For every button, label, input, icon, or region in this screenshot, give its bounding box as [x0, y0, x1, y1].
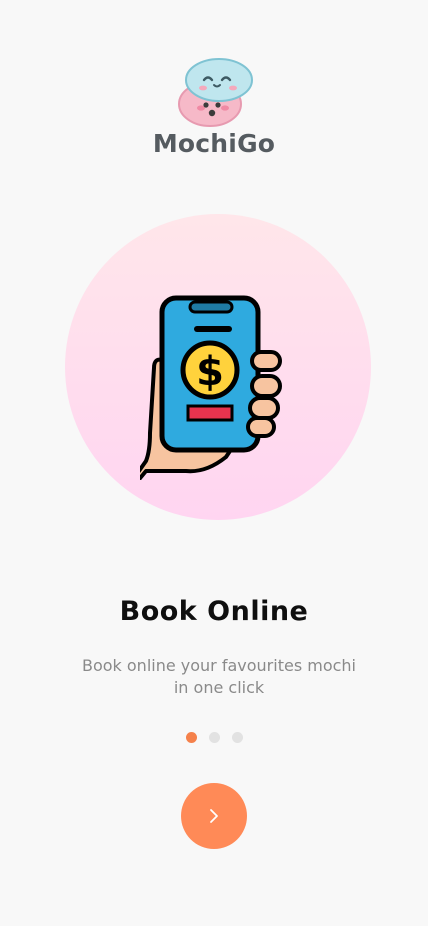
page-dot-1[interactable] — [185, 732, 197, 743]
page-dot-3[interactable] — [231, 732, 243, 743]
phone-payment-icon: $ — [140, 295, 282, 480]
app-logo: MochiGo — [0, 56, 428, 158]
svg-text:$: $ — [196, 349, 224, 395]
onboarding-subtitle: Book online your favourites mochi in one… — [81, 656, 356, 697]
page-dot-2[interactable] — [208, 732, 220, 743]
brand-name: MochiGo — [152, 129, 276, 158]
mochi-icon — [178, 58, 253, 127]
onboarding-title: Book Online — [119, 596, 309, 627]
next-button[interactable] — [181, 783, 247, 849]
page-indicator — [0, 732, 428, 743]
chevron-right-icon — [210, 809, 218, 823]
